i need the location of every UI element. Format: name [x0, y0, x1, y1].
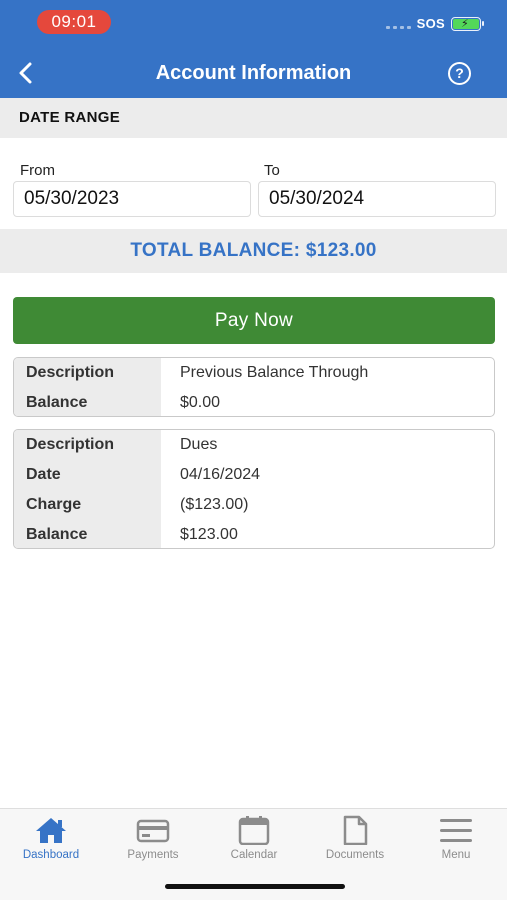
tab-label: Menu [441, 849, 471, 861]
row-key: Description [14, 430, 161, 460]
tab-documents[interactable]: Documents [305, 815, 405, 875]
tab-label: Calendar [230, 849, 278, 861]
pay-now-button[interactable]: Pay Now [13, 297, 495, 344]
tab-menu[interactable]: Menu [406, 815, 506, 875]
home-indicator [165, 884, 345, 889]
row-key: Charge [14, 490, 161, 520]
transaction-card: Description Dues Date 04/16/2024 Charge … [13, 429, 495, 549]
from-date-input[interactable] [13, 181, 251, 217]
tab-payments[interactable]: Payments [103, 815, 203, 875]
tab-calendar[interactable]: Calendar [204, 815, 304, 875]
app-header: 09:01 SOS ⚡ Account Information ? [0, 0, 507, 98]
tab-label: Documents [325, 849, 385, 861]
row-key: Balance [14, 388, 161, 416]
row-value: Previous Balance Through [180, 364, 369, 381]
battery-icon: ⚡ [451, 16, 484, 31]
total-balance: TOTAL BALANCE: $123.00 [0, 229, 507, 273]
card-row: Balance $123.00 [14, 520, 494, 548]
from-label: From [20, 162, 55, 179]
signal-icon [385, 19, 411, 29]
transaction-card: Description Previous Balance Through Bal… [13, 357, 495, 417]
card-row: Description Previous Balance Through [14, 358, 494, 388]
to-date-input[interactable] [258, 181, 496, 217]
home-icon [36, 818, 66, 843]
row-key: Description [14, 358, 161, 388]
card-row: Charge ($123.00) [14, 490, 494, 520]
help-icon[interactable]: ? [448, 62, 471, 85]
row-value: 04/16/2024 [180, 466, 261, 483]
date-range-section: DATE RANGE [0, 98, 507, 138]
card-row: Description Dues [14, 430, 494, 460]
row-value: $0.00 [180, 394, 221, 411]
menu-icon [440, 819, 472, 842]
card-row: Date 04/16/2024 [14, 460, 494, 490]
date-range-title: DATE RANGE [19, 109, 121, 126]
status-time: 09:01 [37, 10, 111, 34]
to-label: To [264, 162, 280, 179]
status-indicators: SOS ⚡ [385, 16, 484, 31]
row-value: Dues [180, 436, 218, 453]
page-title: Account Information [155, 62, 352, 84]
document-icon [343, 815, 368, 845]
row-key: Date [14, 460, 161, 490]
calendar-icon [238, 816, 270, 845]
tab-dashboard[interactable]: Dashboard [1, 815, 101, 875]
row-key: Balance [14, 520, 161, 548]
row-value: ($123.00) [180, 496, 249, 513]
tab-label: Payments [127, 849, 179, 861]
card-row: Balance $0.00 [14, 388, 494, 416]
credit-card-icon [136, 819, 170, 843]
row-value: $123.00 [180, 526, 238, 543]
carrier-label: SOS [416, 16, 445, 31]
tab-label: Dashboard [22, 849, 80, 861]
